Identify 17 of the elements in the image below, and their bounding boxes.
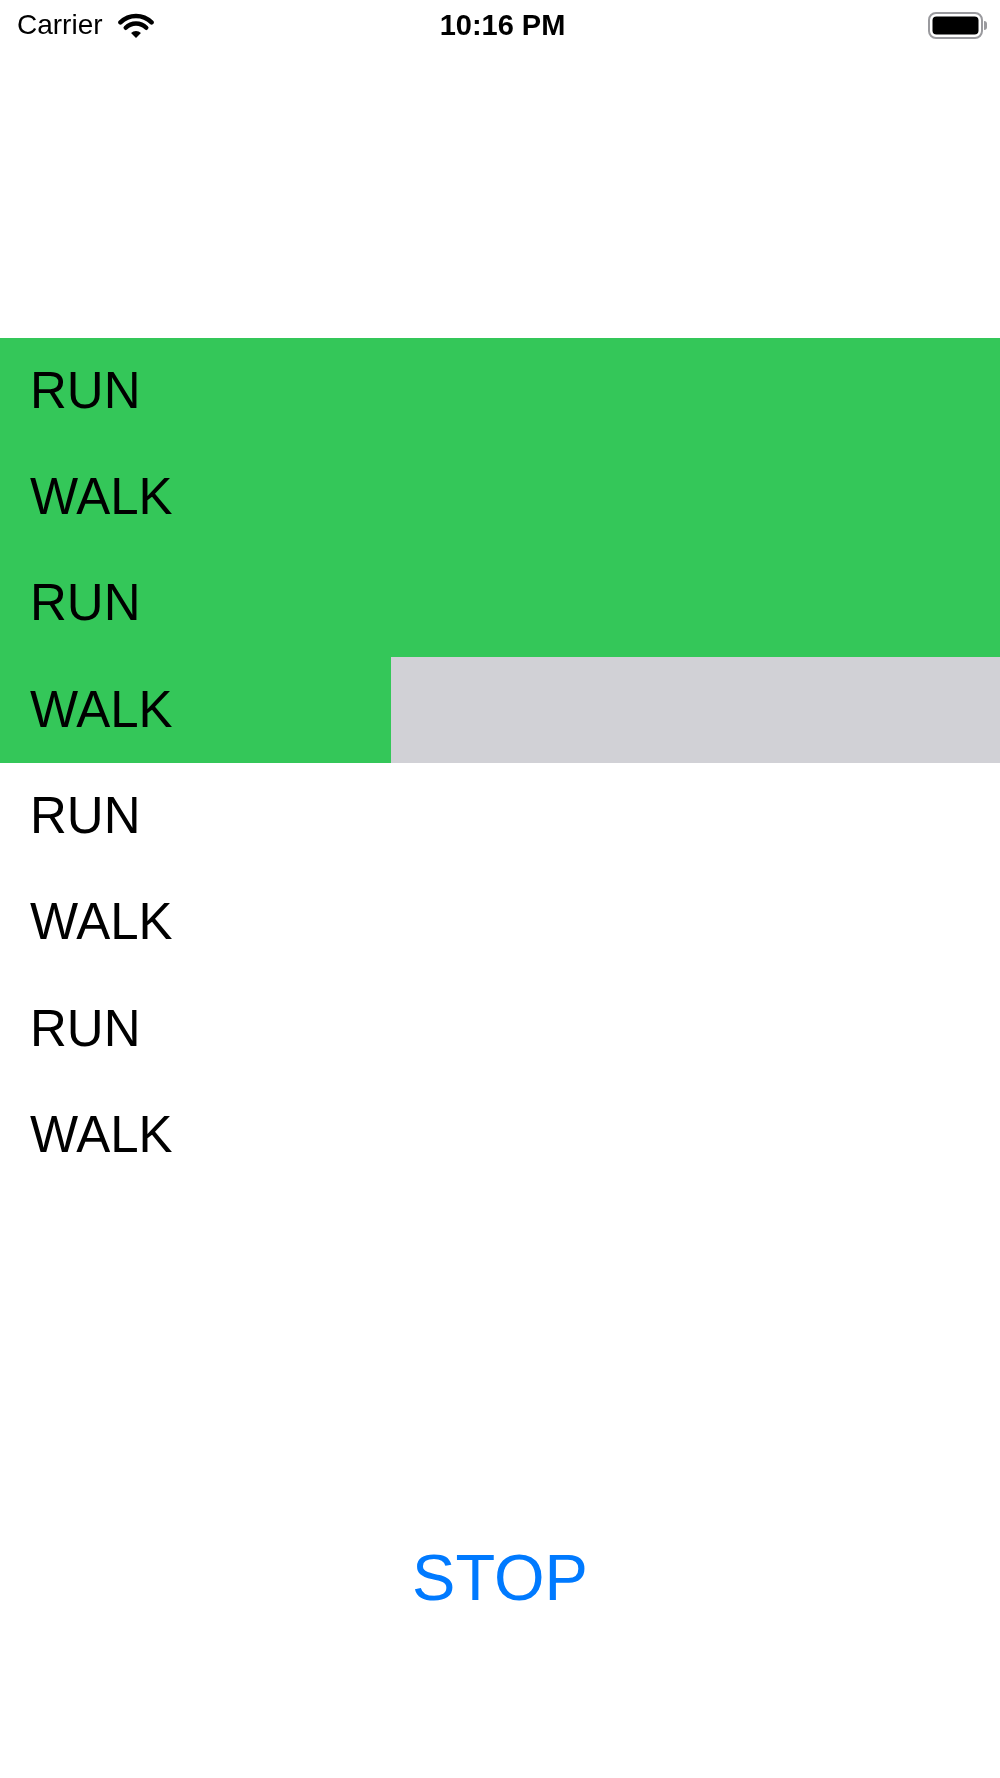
- row-label: RUN: [30, 574, 141, 634]
- row-label: WALK: [30, 1105, 173, 1165]
- carrier-label: Carrier: [17, 9, 103, 41]
- list-row[interactable]: WALK: [0, 444, 1000, 551]
- list-row[interactable]: RUN: [0, 550, 1000, 657]
- wifi-icon: [117, 11, 154, 39]
- list-row[interactable]: RUN: [0, 338, 1000, 445]
- list-row[interactable]: WALK: [0, 656, 1000, 764]
- row-label: WALK: [30, 468, 173, 527]
- row-label: WALK: [30, 893, 173, 952]
- row-label: RUN: [30, 361, 141, 421]
- row-label: RUN: [30, 999, 141, 1059]
- stop-button[interactable]: STOP: [396, 1532, 604, 1623]
- status-time: 10:16 PM: [439, 8, 566, 42]
- row-label: WALK: [30, 680, 173, 740]
- battery-icon: [928, 11, 988, 39]
- row-label: RUN: [30, 787, 141, 846]
